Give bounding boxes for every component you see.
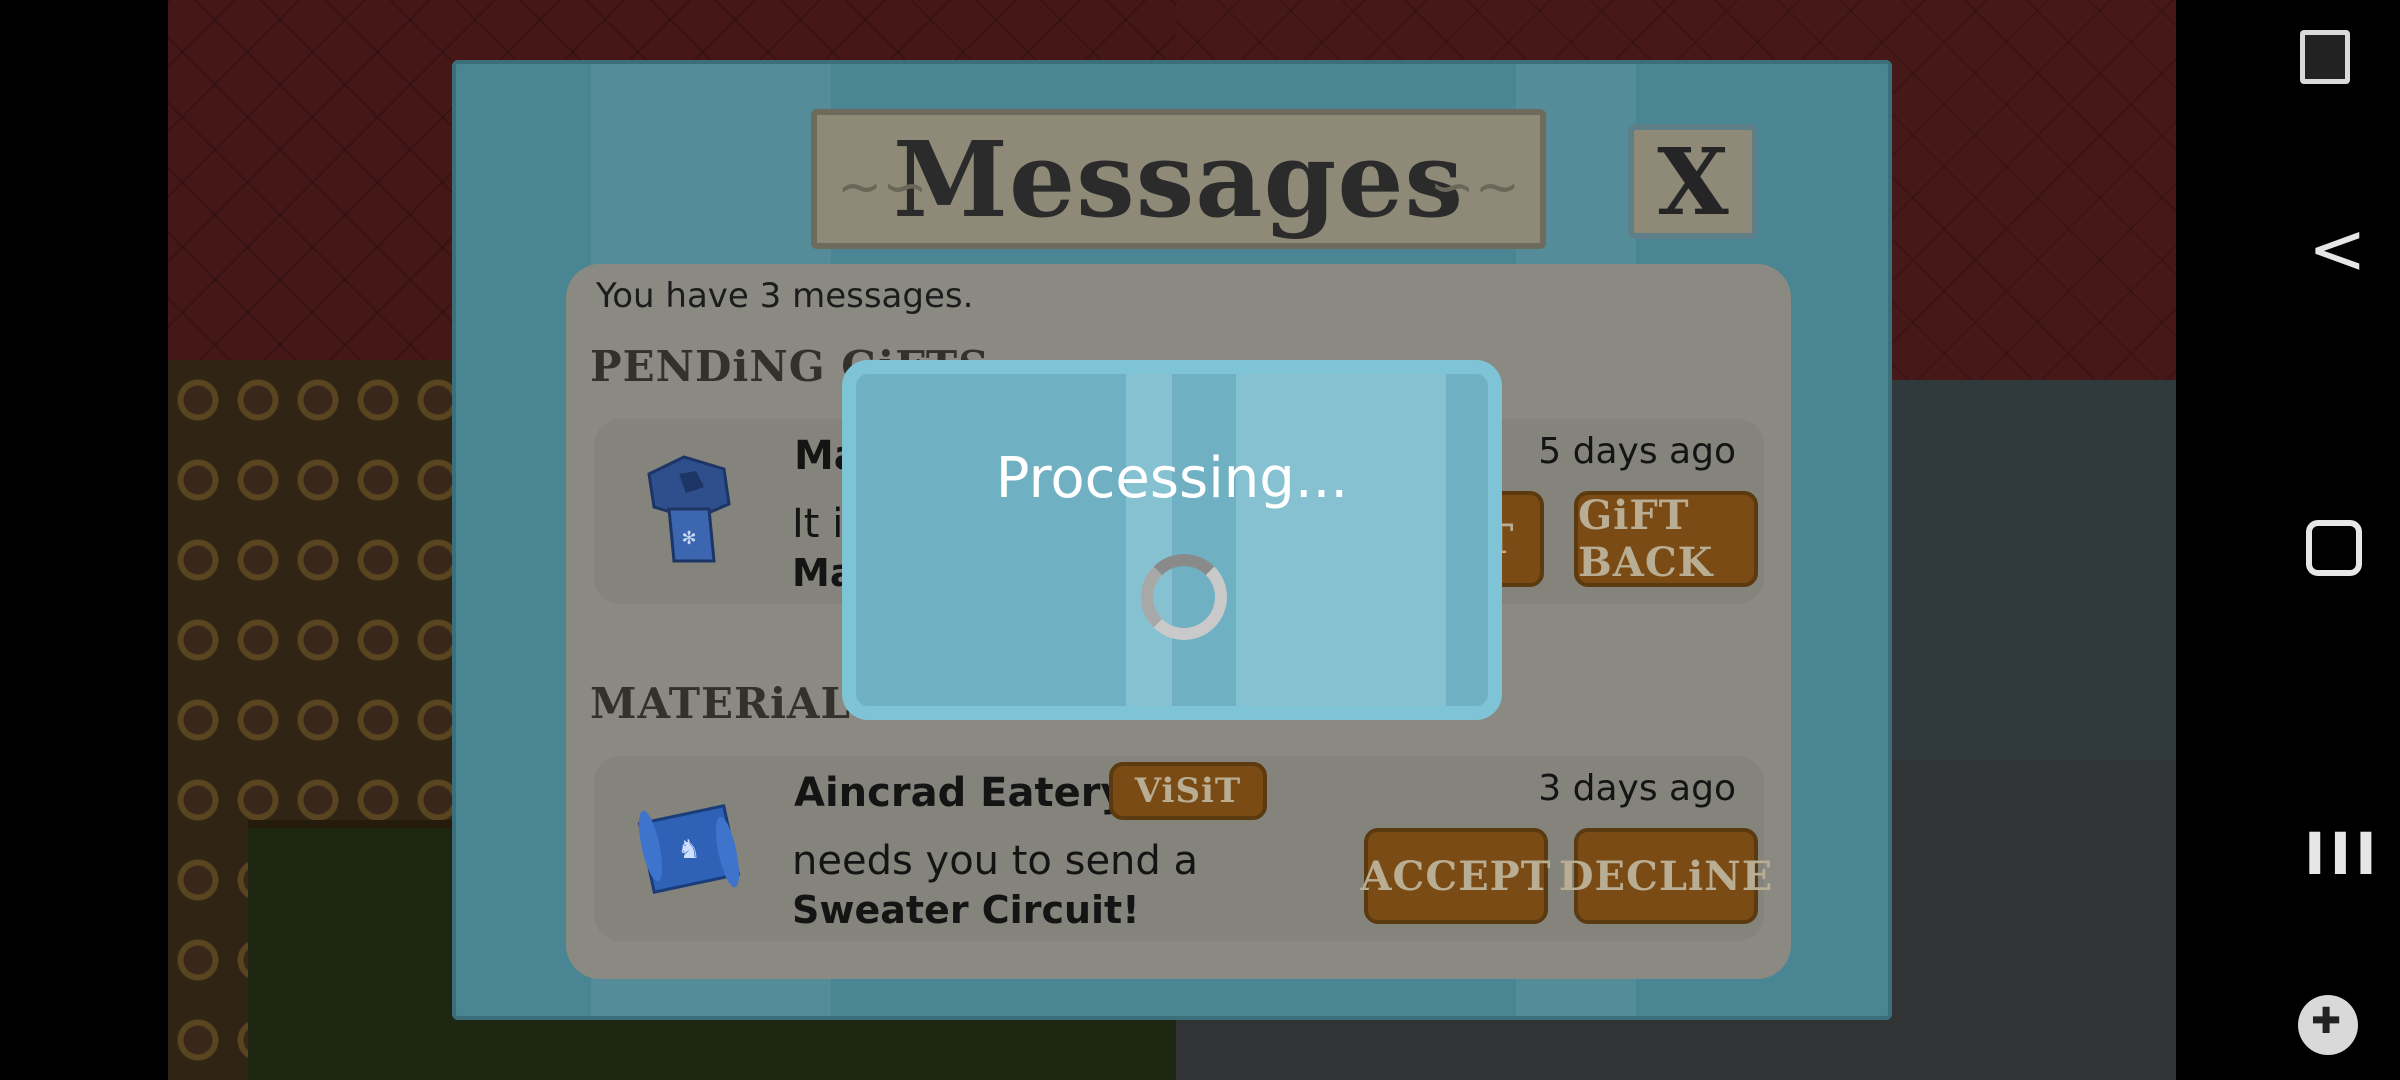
decline-button[interactable]: DECLiNE [1559,828,1772,924]
loading-spinner-icon [1141,554,1227,640]
popup-band [1126,374,1172,706]
swirl-ornament-icon: ∽~ [1429,155,1521,218]
blue-bolt-icon: ✻ [647,455,731,563]
gift-back-button[interactable]: GiFT BACK [1574,491,1758,587]
request-line-1: needs you to send a [792,838,1199,884]
dialog-title: Messages [892,117,1465,241]
processing-popup: Processing... [842,360,1502,720]
gift-time: 5 days ago [1538,431,1736,472]
message-count: You have 3 messages. [596,276,974,316]
accept-button[interactable]: ACCEPT [1360,828,1551,924]
request-time: 3 days ago [1538,768,1736,809]
recent-apps-icon[interactable]: III [2304,820,2381,888]
close-button[interactable]: X [1628,124,1758,239]
blue-scroll-icon: ♞ [637,804,741,894]
swirl-ornament-icon: ~∽ [837,155,928,218]
home-icon[interactable] [2306,520,2362,576]
gift-line-1: It i [792,501,844,547]
title-board: ~∽ Messages ∽~ [811,109,1546,249]
popup-band [1236,374,1446,706]
back-icon[interactable]: < [2308,208,2367,290]
request-sender: Aincrad Eatery [794,770,1127,816]
svg-text:✻: ✻ [681,528,696,549]
visit-button[interactable]: ViSiT [1109,762,1267,820]
processing-text: Processing... [995,446,1349,511]
request-line-2: Sweater Circuit! [792,888,1140,932]
screenshot-tool-icon[interactable] [2300,30,2350,84]
request-message-row: ♞ Aincrad Eatery ViSiT needs you to send… [594,756,1772,941]
svg-text:♞: ♞ [677,835,700,865]
game-tools-icon[interactable] [2298,995,2358,1055]
